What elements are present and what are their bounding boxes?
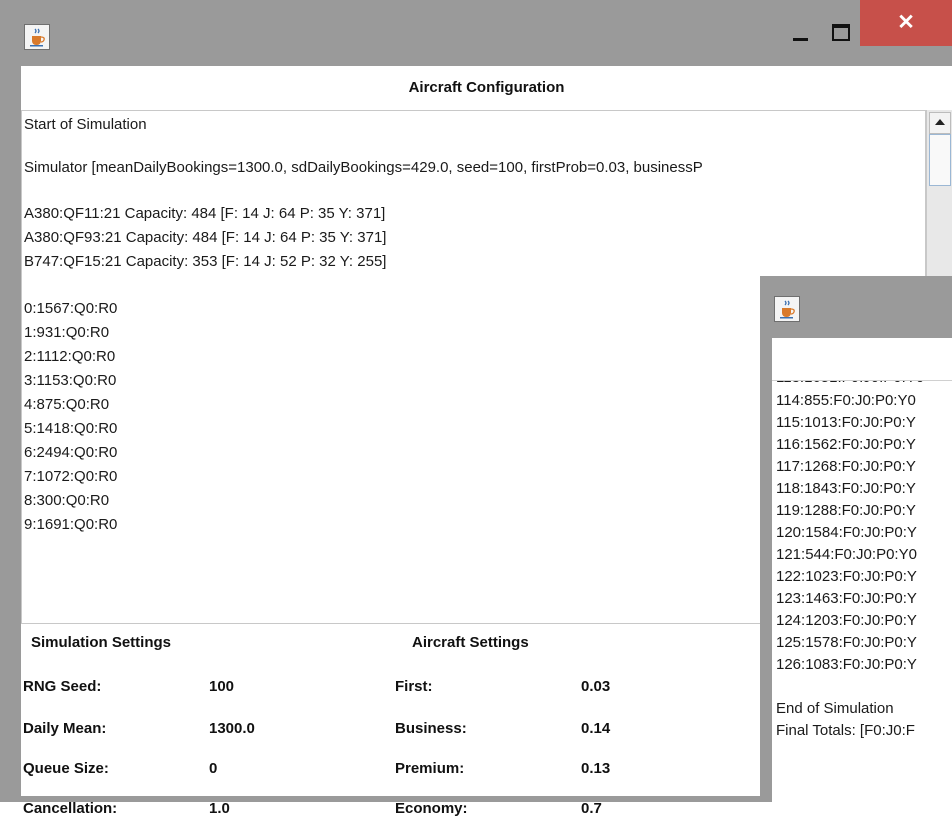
scroll-up-icon[interactable] (929, 112, 951, 134)
economy-label: Economy: (395, 800, 468, 817)
log-line: 3:1153:Q0:R0 (24, 372, 117, 389)
daily-mean-value: 1300.0 (209, 720, 255, 737)
log-line: Start of Simulation (24, 116, 147, 133)
economy-value: 0.7 (581, 800, 602, 817)
log-line: 115:1013:F0:J0:P0:Y (776, 414, 916, 431)
log-line: 116:1562:F0:J0:P0:Y (776, 436, 916, 453)
java-cup-icon[interactable] (24, 24, 50, 50)
log-line: 120:1584:F0:J0:P0:Y (776, 524, 917, 541)
premium-label: Premium: (395, 760, 465, 777)
log-line: Final Totals: [F0:J0:F (776, 722, 915, 739)
minimize-button[interactable] (780, 14, 820, 50)
log-line: 123:1463:F0:J0:P0:Y (776, 590, 917, 607)
log-line: 117:1268:F0:J0:P0:Y (776, 458, 916, 475)
panel-title: Aircraft Configuration (408, 79, 565, 96)
log-line: 125:1578:F0:J0:P0:Y (776, 634, 917, 651)
log-line: 5:1418:Q0:R0 (24, 420, 118, 437)
log-line: A380:QF93:21 Capacity: 484 [F: 14 J: 64 … (24, 229, 387, 246)
daily-mean-label: Daily Mean: (23, 720, 107, 737)
business-value: 0.14 (581, 720, 611, 737)
log-line: 119:1288:F0:J0:P0:Y (776, 502, 916, 519)
java-cup-icon[interactable] (774, 296, 800, 322)
maximize-button[interactable] (820, 14, 860, 50)
log-line: 0:1567:Q0:R0 (24, 300, 118, 317)
log-line: 6:2494:Q0:R0 (24, 444, 118, 461)
first-label: First: (395, 678, 433, 695)
rng-seed-label: RNG Seed: (23, 678, 102, 695)
log-line: B747:QF15:21 Capacity: 353 [F: 14 J: 52 … (24, 253, 387, 270)
aircraft-settings-heading: Aircraft Settings (412, 634, 529, 651)
cancellation-label: Cancellation: (23, 800, 118, 817)
log-line: End of Simulation (776, 700, 894, 717)
results-log[interactable]: 113:1651:F0:J0:P0:Y0 114:855:F0:J0:P0:Y0… (772, 380, 952, 802)
results-content: 113:1651:F0:J0:P0:Y0 114:855:F0:J0:P0:Y0… (772, 338, 952, 802)
rng-seed-value: 100 (209, 678, 235, 695)
log-line: 4:875:Q0:R0 (24, 396, 110, 413)
log-line: 118:1843:F0:J0:P0:Y (776, 480, 916, 497)
log-line: 122:1023:F0:J0:P0:Y (776, 568, 917, 585)
log-line: 7:1072:Q0:R0 (24, 468, 118, 485)
log-line: 124:1203:F0:J0:P0:Y (776, 612, 917, 629)
log-line: 2:1112:Q0:R0 (24, 348, 116, 365)
log-line: 1:931:Q0:R0 (24, 324, 110, 341)
log-line: Simulator [meanDailyBookings=1300.0, sdD… (24, 159, 703, 176)
first-value: 0.03 (581, 678, 611, 695)
log-line: A380:QF11:21 Capacity: 484 [F: 14 J: 64 … (24, 205, 386, 222)
queue-size-label: Queue Size: (23, 760, 109, 777)
log-line: 113:1651:F0:J0:P0:Y0 (776, 381, 924, 389)
simulation-settings-heading: Simulation Settings (31, 634, 172, 651)
close-icon: ✕ (897, 11, 915, 34)
log-line: 126:1083:F0:J0:P0:Y (776, 656, 917, 673)
vertical-scroll-thumb[interactable] (929, 134, 951, 186)
close-button[interactable]: ✕ (860, 0, 952, 46)
log-line: 114:855:F0:J0:P0:Y0 (776, 392, 916, 409)
log-line: 9:1691:Q0:R0 (24, 516, 118, 533)
log-line: 8:300:Q0:R0 (24, 492, 110, 509)
queue-size-value: 0 (209, 760, 218, 777)
premium-value: 0.13 (581, 760, 611, 777)
business-label: Business: (395, 720, 467, 737)
results-window: 113:1651:F0:J0:P0:Y0 114:855:F0:J0:P0:Y0… (760, 276, 952, 802)
log-line: 121:544:F0:J0:P0:Y0 (776, 546, 917, 563)
title-bar[interactable]: ✕ (0, 0, 952, 66)
cancellation-value: 1.0 (209, 800, 230, 817)
